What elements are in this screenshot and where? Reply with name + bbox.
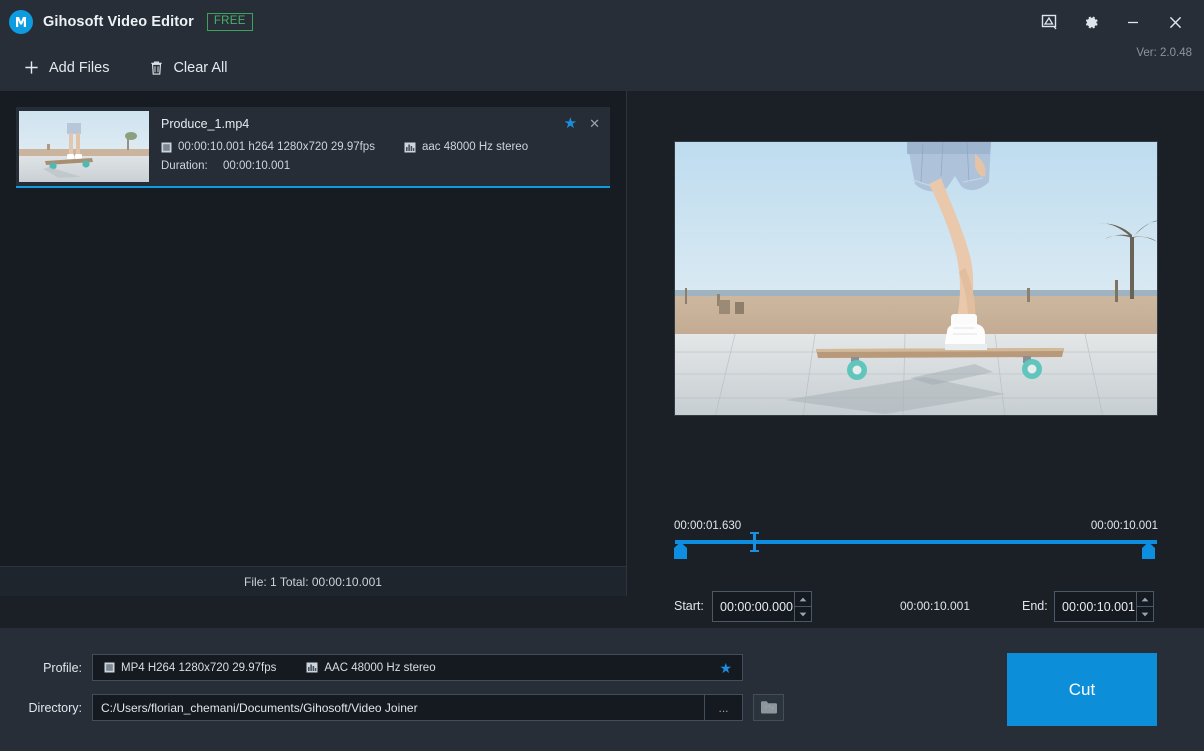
start-time-decrement[interactable] — [795, 607, 811, 621]
clear-all-label: Clear All — [173, 60, 227, 76]
file-list-status-bar: File: 1 Total: 00:00:10.001 — [0, 566, 626, 596]
profile-audio-text: AAC 48000 Hz stereo — [324, 662, 435, 674]
star-icon[interactable]: ★ — [719, 661, 732, 675]
toolbar: Add Files Clear All — [0, 44, 1204, 91]
app-window: Gihosoft Video Editor FREE — [0, 0, 1204, 751]
profile-label: Profile: — [0, 661, 92, 675]
profile-selector[interactable]: MP4 H264 1280x720 29.97fps AAC 48000 Hz … — [92, 654, 743, 681]
end-label: End: — [1022, 591, 1048, 622]
end-time-stepper[interactable] — [1136, 592, 1153, 621]
title-bar: Gihosoft Video Editor FREE — [0, 0, 1204, 44]
timeline-left-time: 00:00:01.630 — [674, 520, 741, 532]
duration-value: 00:00:10.001 — [223, 160, 290, 172]
directory-field[interactable]: ... — [92, 694, 743, 721]
timeline-playhead[interactable] — [753, 532, 756, 552]
edition-badge: FREE — [207, 13, 253, 31]
duration-label: Duration: — [161, 160, 223, 172]
start-time-increment[interactable] — [795, 592, 811, 607]
file-name: Produce_1.mp4 — [161, 117, 610, 131]
audio-stream-icon — [306, 662, 318, 673]
trim-end-handle[interactable] — [1142, 542, 1155, 559]
end-time-input[interactable] — [1055, 592, 1136, 621]
video-stream-text: 00:00:10.001 h264 1280x720 29.97fps — [178, 141, 375, 153]
file-meta: Produce_1.mp4 00:00:10.001 h264 1280x720… — [149, 107, 610, 186]
file-duration: Duration: 00:00:10.001 — [161, 160, 610, 172]
app-title: Gihosoft Video Editor — [43, 14, 194, 30]
close-button[interactable] — [1154, 0, 1196, 44]
end-time-decrement[interactable] — [1137, 607, 1153, 621]
profile-audio-info: AAC 48000 Hz stereo — [306, 662, 435, 674]
audio-stream-icon — [404, 142, 416, 153]
start-label: Start: — [674, 591, 704, 622]
directory-input[interactable] — [93, 695, 704, 720]
start-time-field[interactable] — [712, 591, 812, 622]
feedback-button[interactable] — [1028, 0, 1070, 44]
feedback-icon — [1041, 14, 1057, 30]
minimize-icon — [1125, 14, 1141, 30]
trim-start-handle[interactable] — [674, 542, 687, 559]
profile-row: Profile: MP4 H264 1280x720 29.97fps — [0, 654, 743, 681]
clear-all-button[interactable]: Clear All — [149, 60, 227, 76]
version-label: Ver: 2.0.48 — [1136, 44, 1192, 62]
timeline-labels: 00:00:01.630 00:00:10.001 — [674, 520, 1158, 532]
cut-button[interactable]: Cut — [1007, 653, 1157, 726]
file-list-panel: Produce_1.mp4 00:00:10.001 h264 1280x720… — [0, 91, 627, 596]
profile-video-info: MP4 H264 1280x720 29.97fps — [104, 662, 276, 674]
star-icon[interactable]: ★ — [564, 116, 577, 131]
plus-icon — [23, 59, 40, 76]
add-files-label: Add Files — [49, 60, 109, 76]
folder-icon — [760, 700, 778, 715]
minimize-button[interactable] — [1112, 0, 1154, 44]
add-files-button[interactable]: Add Files — [23, 59, 109, 76]
file-thumbnail — [19, 111, 149, 182]
video-stream-icon — [104, 662, 115, 673]
end-time-increment[interactable] — [1137, 592, 1153, 607]
remove-file-icon[interactable]: ✕ — [589, 117, 600, 130]
trim-time-row: Start: 00:00:10.001 End: — [628, 591, 1204, 622]
timeline-right-time: 00:00:10.001 — [1091, 520, 1158, 532]
start-time-input[interactable] — [713, 592, 794, 621]
video-stream-info: 00:00:10.001 h264 1280x720 29.97fps — [161, 141, 375, 153]
open-folder-button[interactable] — [753, 694, 784, 721]
file-list-status-text: File: 1 Total: 00:00:10.001 — [244, 575, 382, 589]
video-preview[interactable] — [674, 141, 1158, 416]
close-icon — [1167, 14, 1184, 31]
file-row-actions: ★ ✕ — [564, 116, 600, 131]
gear-icon — [1083, 14, 1100, 31]
timeline-track[interactable] — [675, 540, 1157, 544]
directory-row: Directory: ... — [0, 694, 784, 721]
audio-stream-text: aac 48000 Hz stereo — [422, 141, 528, 153]
video-stream-icon — [161, 142, 172, 153]
start-time-stepper[interactable] — [794, 592, 811, 621]
profile-video-text: MP4 H264 1280x720 29.97fps — [121, 662, 276, 674]
audio-stream-info: aac 48000 Hz stereo — [404, 141, 528, 153]
browse-button[interactable]: ... — [704, 695, 742, 720]
preview-panel: 00:00:01.630 00:00:10.001 Start: — [628, 91, 1204, 596]
settings-button[interactable] — [1070, 0, 1112, 44]
file-stream-info: 00:00:10.001 h264 1280x720 29.97fps — [161, 141, 610, 153]
gihosoft-logo-icon — [9, 10, 33, 34]
directory-label: Directory: — [0, 701, 92, 715]
table-row[interactable]: Produce_1.mp4 00:00:10.001 h264 1280x720… — [16, 107, 610, 188]
selection-duration: 00:00:10.001 — [875, 591, 995, 622]
trash-icon — [149, 60, 164, 76]
end-time-field[interactable] — [1054, 591, 1154, 622]
